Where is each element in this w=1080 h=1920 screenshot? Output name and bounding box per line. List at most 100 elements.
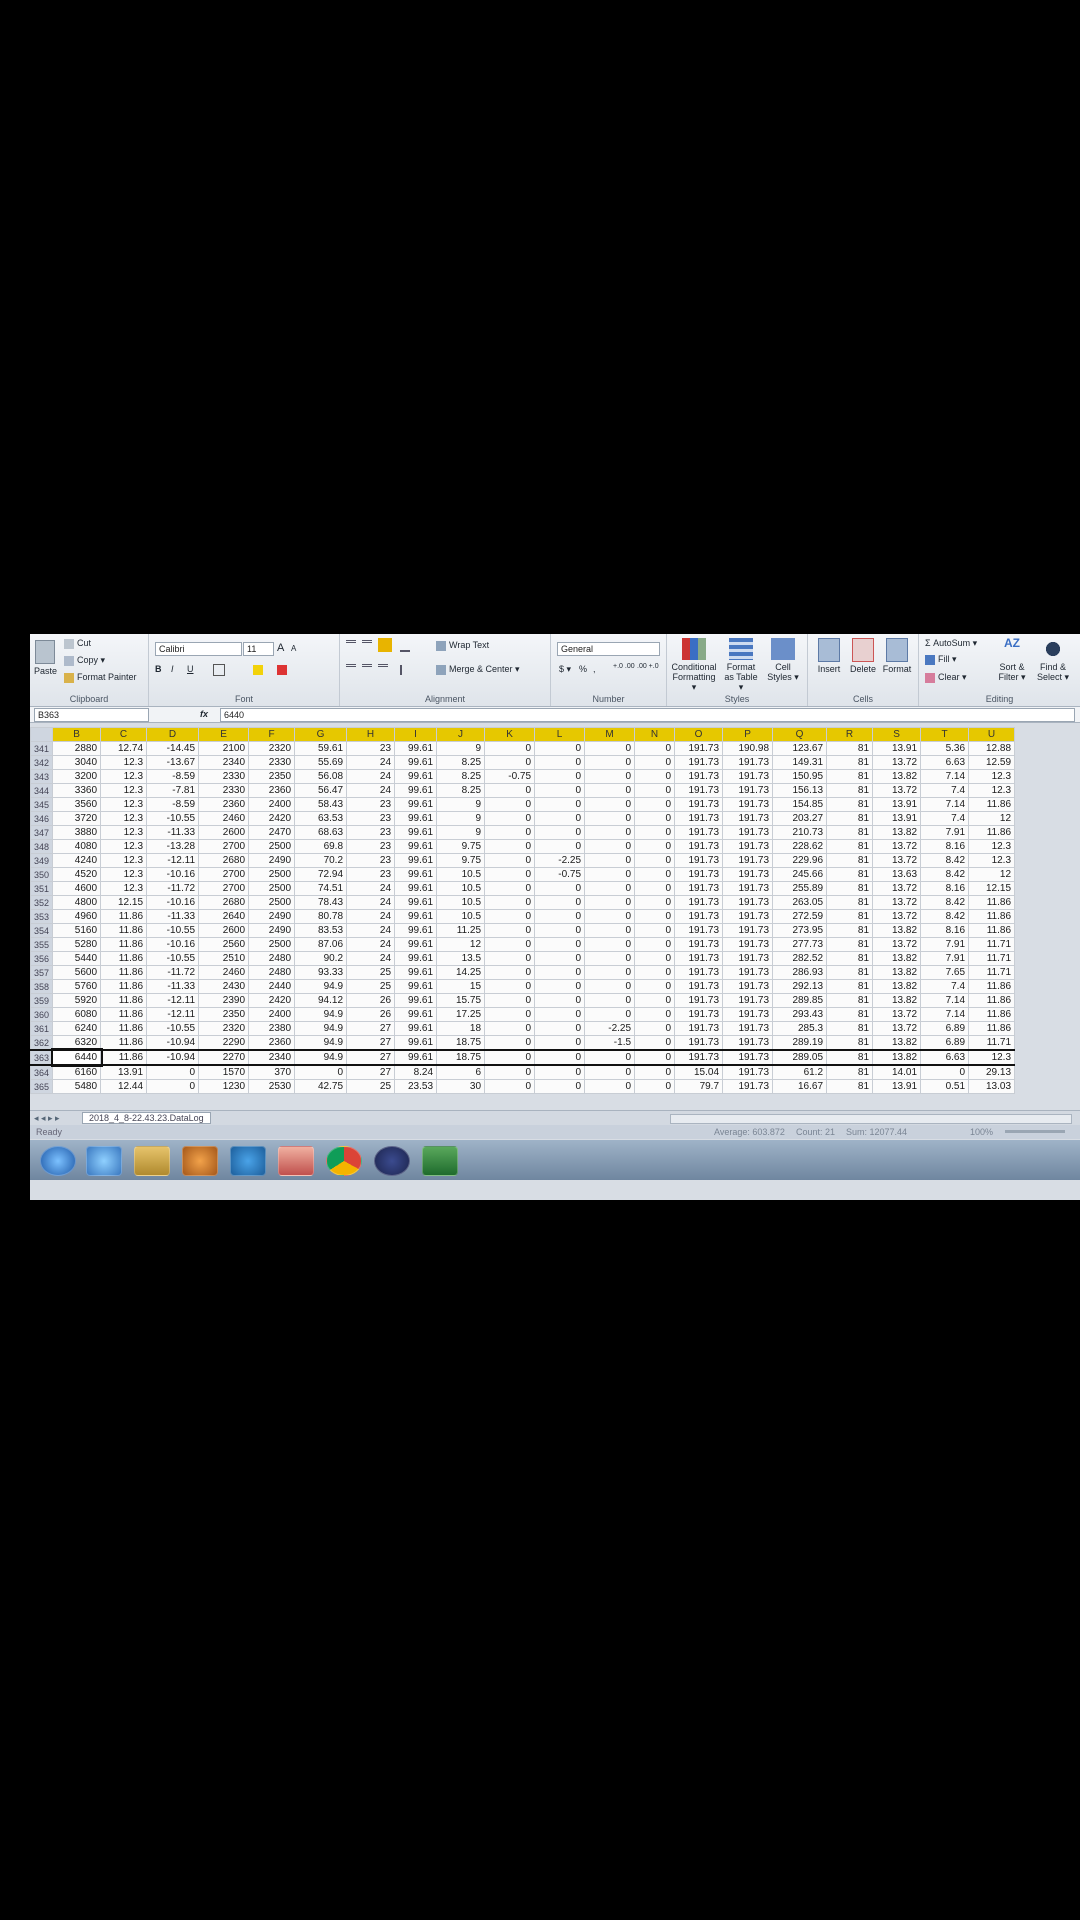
cell[interactable]: 23 xyxy=(346,797,396,812)
row-header[interactable]: 341 xyxy=(30,741,54,756)
cell[interactable]: 0 xyxy=(584,909,636,924)
cell[interactable]: 79.7 xyxy=(674,1079,724,1094)
copy-button[interactable]: Copy ▾ xyxy=(64,655,105,666)
cell[interactable]: 2400 xyxy=(248,1007,296,1022)
cell[interactable]: 13.72 xyxy=(872,1007,922,1022)
italic-button[interactable]: I xyxy=(171,664,174,674)
cell[interactable]: 203.27 xyxy=(772,811,828,826)
cell[interactable]: 6.63 xyxy=(920,755,970,770)
cell[interactable]: -12.11 xyxy=(146,853,200,868)
cell[interactable]: 2600 xyxy=(198,825,250,840)
cell[interactable]: 81 xyxy=(826,993,874,1008)
cell[interactable]: 191.73 xyxy=(722,937,774,952)
cell[interactable]: 0.51 xyxy=(920,1079,970,1094)
cell[interactable]: 24 xyxy=(346,783,396,798)
cell[interactable]: 0 xyxy=(584,741,636,756)
cell[interactable]: 25 xyxy=(346,965,396,980)
cell[interactable]: 11.86 xyxy=(100,1021,148,1036)
cell[interactable]: 2500 xyxy=(248,839,296,854)
cell[interactable]: 80.78 xyxy=(294,909,348,924)
column-header[interactable]: K xyxy=(484,727,536,742)
cell[interactable]: 12.88 xyxy=(968,741,1016,756)
cell[interactable]: 289.85 xyxy=(772,993,828,1008)
cell[interactable]: 13.82 xyxy=(872,965,922,980)
cell[interactable]: 12.3 xyxy=(968,1049,1016,1066)
cell[interactable]: 0 xyxy=(534,895,586,910)
cell[interactable]: 255.89 xyxy=(772,881,828,896)
cell[interactable]: 289.19 xyxy=(772,1035,828,1051)
cell[interactable]: 0 xyxy=(534,937,586,952)
cell[interactable]: -14.45 xyxy=(146,741,200,756)
cell[interactable]: 0 xyxy=(920,1064,970,1080)
cell[interactable]: 191.73 xyxy=(674,1049,724,1066)
row-header[interactable]: 359 xyxy=(30,993,54,1008)
formula-input[interactable]: 6440 xyxy=(220,708,1075,722)
cell[interactable]: 210.73 xyxy=(772,825,828,840)
cell[interactable]: 7.14 xyxy=(920,797,970,812)
cell[interactable]: -10.94 xyxy=(146,1049,200,1066)
cell[interactable]: 11.71 xyxy=(968,951,1016,966)
cell[interactable]: 229.96 xyxy=(772,853,828,868)
cell[interactable]: 2360 xyxy=(248,1035,296,1051)
cell[interactable]: 81 xyxy=(826,951,874,966)
cell[interactable]: 0 xyxy=(484,1021,536,1036)
cell[interactable]: 81 xyxy=(826,1064,874,1080)
cell[interactable]: 11.25 xyxy=(436,923,486,938)
cell[interactable]: 2320 xyxy=(198,1021,250,1036)
cell[interactable]: 12.3 xyxy=(968,783,1016,798)
percent-button[interactable]: % xyxy=(579,664,587,674)
cell[interactable]: 99.61 xyxy=(394,1049,438,1066)
cell[interactable]: 191.73 xyxy=(674,1007,724,1022)
cell[interactable]: 6.63 xyxy=(920,1049,970,1066)
cell[interactable]: 8.42 xyxy=(920,909,970,924)
cell[interactable]: 191.73 xyxy=(722,783,774,798)
cell[interactable]: 7.4 xyxy=(920,811,970,826)
cell[interactable]: 5600 xyxy=(52,965,102,980)
cell[interactable]: 5920 xyxy=(52,993,102,1008)
grow-font-button[interactable]: A xyxy=(277,642,284,654)
cell[interactable]: 0 xyxy=(534,1064,586,1080)
sort-filter-button[interactable]: AZ Sort & Filter ▾ xyxy=(993,637,1031,682)
cell[interactable]: 191.73 xyxy=(722,1064,774,1080)
cell[interactable]: 3560 xyxy=(52,797,102,812)
cell[interactable]: 81 xyxy=(826,965,874,980)
cell[interactable]: 3040 xyxy=(52,755,102,770)
cell[interactable]: 81 xyxy=(826,881,874,896)
cell[interactable]: 8.25 xyxy=(436,783,486,798)
zoom-level[interactable]: 100% xyxy=(970,1127,993,1137)
cell[interactable]: 0 xyxy=(584,1049,636,1066)
cell[interactable]: 4080 xyxy=(52,839,102,854)
cell[interactable]: -10.16 xyxy=(146,937,200,952)
cell[interactable]: 13.91 xyxy=(872,811,922,826)
cell[interactable]: 24 xyxy=(346,923,396,938)
chrome-icon[interactable] xyxy=(326,1146,362,1176)
cell[interactable]: 0 xyxy=(534,923,586,938)
cell[interactable]: 13.72 xyxy=(872,783,922,798)
cell[interactable]: 3720 xyxy=(52,811,102,826)
cell[interactable]: 87.06 xyxy=(294,937,348,952)
cell[interactable]: 12.3 xyxy=(100,769,148,784)
column-header[interactable]: B xyxy=(52,727,102,742)
cell[interactable]: 245.66 xyxy=(772,867,828,882)
cell[interactable]: 0 xyxy=(634,979,676,994)
cell[interactable]: 4800 xyxy=(52,895,102,910)
cell[interactable]: 2400 xyxy=(248,797,296,812)
cell[interactable]: 11.86 xyxy=(100,965,148,980)
cell[interactable]: 286.93 xyxy=(772,965,828,980)
cell[interactable]: 0 xyxy=(294,1064,348,1080)
cell[interactable]: 154.85 xyxy=(772,797,828,812)
cell[interactable]: 99.61 xyxy=(394,797,438,812)
cell[interactable]: 11.86 xyxy=(100,909,148,924)
cell[interactable]: 9 xyxy=(436,797,486,812)
font-size-select[interactable]: 11 xyxy=(243,642,274,656)
cell[interactable]: 191.73 xyxy=(674,853,724,868)
cell[interactable]: 81 xyxy=(826,979,874,994)
cell[interactable]: 191.73 xyxy=(674,825,724,840)
cell[interactable]: 0 xyxy=(634,839,676,854)
cell[interactable]: 13.72 xyxy=(872,895,922,910)
ie-icon[interactable] xyxy=(86,1146,122,1176)
cell[interactable]: 0 xyxy=(484,853,536,868)
app-icon[interactable] xyxy=(374,1146,410,1176)
cell[interactable]: -10.55 xyxy=(146,951,200,966)
cell[interactable]: 0 xyxy=(634,853,676,868)
